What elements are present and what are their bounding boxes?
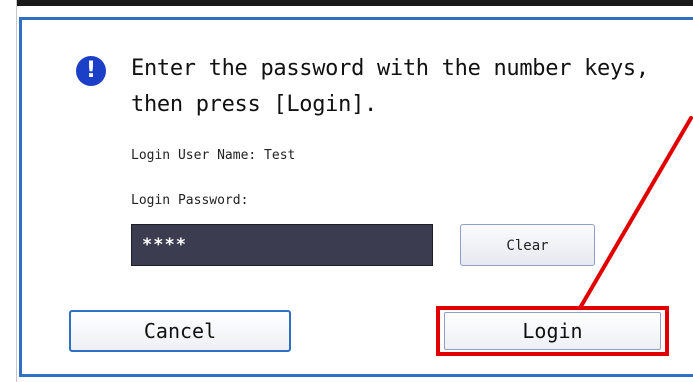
login-button[interactable]: Login (444, 312, 661, 350)
login-password-label: Login Password: (131, 193, 249, 208)
window-top-edge (0, 0, 693, 6)
login-user-name-label: Login User Name: Test (131, 148, 296, 163)
screen: ! Enter the password with the number key… (0, 0, 693, 382)
instruction-message-line1: Enter the password with the number keys, (131, 56, 649, 81)
clear-button[interactable]: Clear (460, 224, 595, 266)
instruction-message-line2: then press [Login]. (131, 92, 377, 117)
password-input[interactable]: **** (131, 224, 433, 266)
exclamation-info-icon: ! (76, 56, 106, 86)
cancel-button[interactable]: Cancel (69, 310, 291, 352)
window-left-edge (0, 0, 17, 382)
